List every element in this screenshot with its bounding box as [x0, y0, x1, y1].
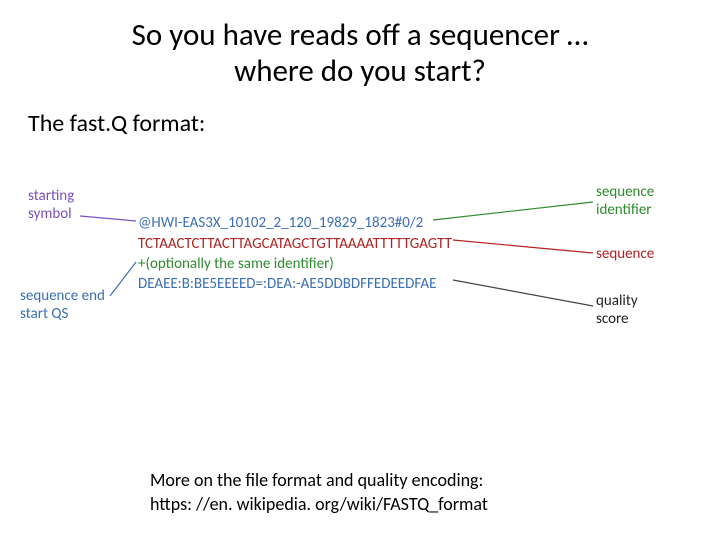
fastq-sequence-line: TCTAACTCTTACTTAGCATAGCTGTTAAAATTTTTGAGTT	[138, 234, 452, 254]
fastq-plus-line: +(optionally the same identifier)	[138, 254, 452, 274]
title-line-2: where do you start?	[234, 52, 486, 90]
fastq-diagram: @HWI-EAS3X_10102_2_120_19829_1823#0/2 TC…	[28, 188, 700, 358]
footer-line-2: https: //en. wikipedia. org/wiki/FASTQ_f…	[150, 493, 488, 516]
footer-note: More on the file format and quality enco…	[150, 469, 488, 516]
label-quality-score: quality score	[596, 293, 638, 328]
footer-line-1: More on the file format and quality enco…	[150, 469, 488, 492]
subheading: The fast.Q format:	[28, 109, 720, 138]
fastq-quality-line: DEAEE:B:BE5EEEED=:DEA:-AE5DDBDFFEDEEDFAE	[138, 274, 452, 294]
label-sequence: sequence	[596, 246, 654, 263]
fastq-code-block: @HWI-EAS3X_10102_2_120_19829_1823#0/2 TC…	[138, 213, 452, 294]
label-sequence-end-start-qs: sequence end start QS	[20, 288, 105, 323]
slide-title: So you have reads off a sequencer … wher…	[0, 18, 720, 89]
label-starting-symbol: starting symbol	[28, 188, 74, 223]
title-line-1: So you have reads off a sequencer …	[132, 16, 589, 54]
label-sequence-identifier: sequence identifier	[596, 184, 654, 219]
fastq-header-line: @HWI-EAS3X_10102_2_120_19829_1823#0/2	[138, 213, 452, 233]
